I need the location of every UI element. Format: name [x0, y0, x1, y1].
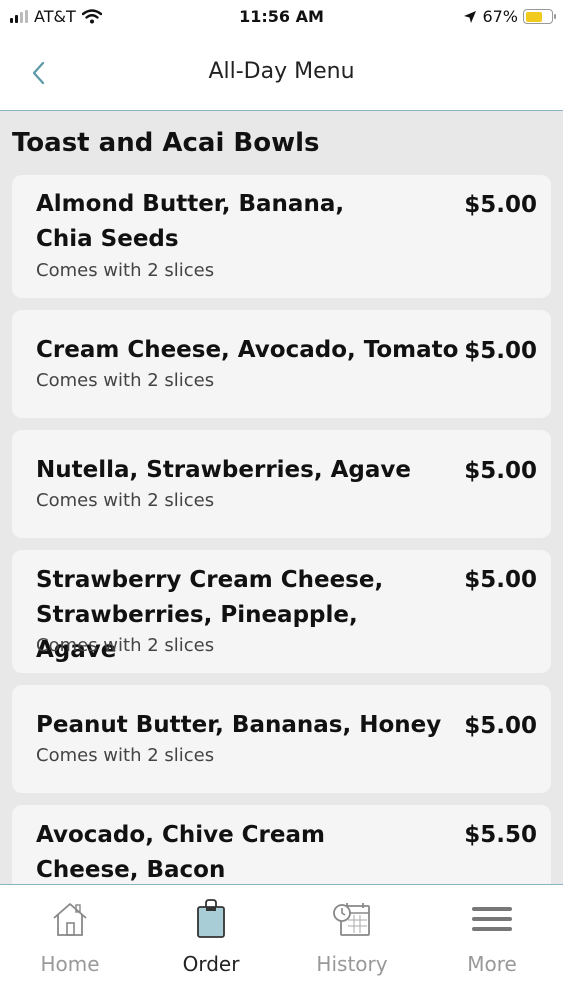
location-arrow-icon [464, 10, 477, 23]
menu-item-price: $5.50 [464, 822, 537, 848]
section-title: Toast and Acai Bowls [12, 128, 320, 158]
menu-item-description: Comes with 2 slices [36, 490, 215, 511]
page-title: All-Day Menu [208, 59, 355, 84]
menu-item-card[interactable]: Almond Butter, Banana, Chia Seeds $5.00 … [12, 175, 551, 298]
menu-item-card[interactable]: Nutella, Strawberries, Agave $5.00 Comes… [12, 430, 551, 538]
tab-more[interactable]: More [422, 885, 562, 1000]
status-right: 67% [463, 7, 556, 26]
menu-item-card[interactable]: Cream Cheese, Avocado, Tomato $5.00 Come… [12, 310, 551, 418]
tab-label: Order [182, 952, 240, 976]
tab-home[interactable]: Home [0, 885, 140, 1000]
battery-fill [525, 11, 543, 22]
home-icon [53, 903, 87, 936]
menu-item-card[interactable]: Avocado, Chive Cream Cheese, Bacon $5.50 [12, 805, 551, 884]
tab-history[interactable]: History [282, 885, 422, 1000]
navigation-bar: All-Day Menu [0, 34, 563, 111]
shopping-bag-icon [197, 899, 225, 938]
tab-label: More [467, 952, 517, 976]
menu-list[interactable]: Toast and Acai Bowls Almond Butter, Bana… [0, 111, 563, 884]
tab-bar: Home Order History More [0, 884, 563, 1000]
tab-label: History [316, 952, 388, 976]
tab-order[interactable]: Order [141, 885, 281, 1000]
tab-label: Home [40, 952, 100, 976]
menu-item-name: Almond Butter, Banana, Chia Seeds [36, 191, 345, 252]
menu-item-card[interactable]: Peanut Butter, Bananas, Honey $5.00 Come… [12, 685, 551, 793]
menu-item-price: $5.00 [464, 458, 537, 484]
menu-item-price: $5.00 [464, 338, 537, 364]
battery-percent: 67% [482, 7, 518, 26]
menu-item-card[interactable]: Strawberry Cream Cheese, Strawberries, P… [12, 550, 551, 673]
menu-item-price: $5.00 [464, 713, 537, 739]
battery-icon [523, 9, 556, 24]
menu-item-name: Avocado, Chive Cream Cheese, Bacon [36, 822, 325, 883]
menu-item-description: Comes with 2 slices [36, 745, 215, 766]
calendar-clock-icon [333, 903, 370, 936]
menu-item-name: Peanut Butter, Bananas, Honey [36, 712, 442, 738]
status-bar: AT&T 11:56 AM 67% [0, 0, 563, 34]
menu-item-description: Comes with 2 slices [36, 370, 215, 391]
menu-item-description: Comes with 2 slices [36, 260, 215, 281]
menu-item-price: $5.00 [464, 192, 537, 218]
menu-icon [472, 907, 512, 931]
menu-item-description: Comes with 2 slices [36, 635, 215, 656]
menu-item-price: $5.00 [464, 567, 537, 593]
menu-item-name: Nutella, Strawberries, Agave [36, 457, 411, 483]
menu-item-name: Cream Cheese, Avocado, Tomato [36, 337, 459, 363]
